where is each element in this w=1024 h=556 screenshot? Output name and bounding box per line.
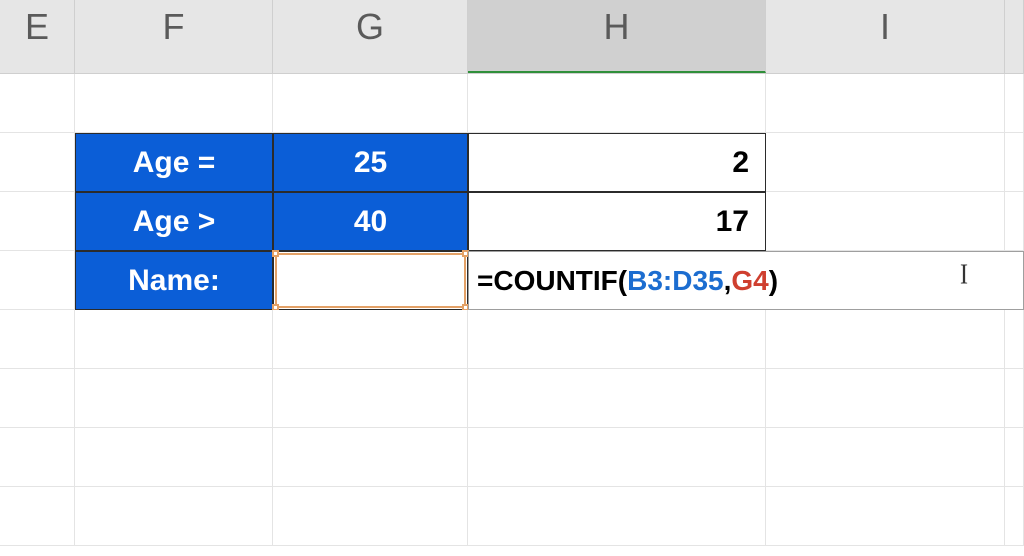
row-1 [0,74,1024,133]
column-header-G[interactable]: G [273,0,468,73]
row-8 [0,487,1024,546]
range-handle-icon[interactable] [272,250,279,257]
cell-E7[interactable] [0,428,75,487]
column-header-E[interactable]: E [0,0,75,73]
cell-F2[interactable]: Age = [75,133,273,192]
cell-I8[interactable] [766,487,1005,546]
cell-J1[interactable] [1005,74,1024,133]
cell-G8[interactable] [273,487,468,546]
cell-G3[interactable]: 40 [273,192,468,251]
cell-E1[interactable] [0,74,75,133]
cell-J3[interactable] [1005,192,1024,251]
cell-G4-value: Oscar [328,264,413,298]
row-5 [0,310,1024,369]
column-header-row: E F G H I [0,0,1024,74]
row-6 [0,369,1024,428]
cell-I5[interactable] [766,310,1005,369]
cell-E5[interactable] [0,310,75,369]
cell-E6[interactable] [0,369,75,428]
cell-E4[interactable] [0,251,75,310]
cell-H4-formula-editor[interactable]: =COUNTIF(B3:D35,G4) COUNTIF(range, crite… [468,251,1024,310]
cell-J7[interactable] [1005,428,1024,487]
cell-G2[interactable]: 25 [273,133,468,192]
cell-I2[interactable] [766,133,1005,192]
cell-H7[interactable] [468,428,766,487]
cell-F7[interactable] [75,428,273,487]
cell-I7[interactable] [766,428,1005,487]
spreadsheet-grid[interactable]: E F G H I Age = 25 2 Age > 40 17 Name: [0,0,1024,556]
cell-F3[interactable]: Age > [75,192,273,251]
cell-J6[interactable] [1005,369,1024,428]
column-header-F[interactable]: F [75,0,273,73]
cell-G1[interactable] [273,74,468,133]
cell-J5[interactable] [1005,310,1024,369]
cell-F1[interactable] [75,74,273,133]
row-2: Age = 25 2 [0,133,1024,192]
cell-H3[interactable]: 17 [468,192,766,251]
cell-F5[interactable] [75,310,273,369]
formula-suffix: ) [769,265,778,297]
cell-H5[interactable] [468,310,766,369]
column-header-I[interactable]: I [766,0,1005,73]
cell-H8[interactable] [468,487,766,546]
cell-H2[interactable]: 2 [468,133,766,192]
cell-F4[interactable]: Name: [75,251,273,310]
cell-H1[interactable] [468,74,766,133]
cell-E3[interactable] [0,192,75,251]
formula-ref-token: G4 [731,265,768,297]
row-3: Age > 40 17 [0,192,1024,251]
formula-separator: , [724,265,732,297]
cell-I3[interactable] [766,192,1005,251]
cell-I1[interactable] [766,74,1005,133]
cell-F6[interactable] [75,369,273,428]
cell-E8[interactable] [0,487,75,546]
cell-E2[interactable] [0,133,75,192]
cell-I6[interactable] [766,369,1005,428]
column-header-J[interactable] [1005,0,1024,73]
cell-J8[interactable] [1005,487,1024,546]
cell-H6[interactable] [468,369,766,428]
cell-G4[interactable]: Oscar [273,251,468,310]
cell-F8[interactable] [75,487,273,546]
formula-prefix: =COUNTIF( [477,265,627,297]
cell-J2[interactable] [1005,133,1024,192]
column-header-H[interactable]: H [468,0,766,73]
text-cursor-icon: I [960,259,968,291]
formula-range-token: B3:D35 [627,265,723,297]
row-7 [0,428,1024,487]
cell-G6[interactable] [273,369,468,428]
cell-G5[interactable] [273,310,468,369]
row-4: Name: Oscar =COUNTIF(B3:D35,G4) COUNTIF(… [0,251,1024,310]
cell-G7[interactable] [273,428,468,487]
